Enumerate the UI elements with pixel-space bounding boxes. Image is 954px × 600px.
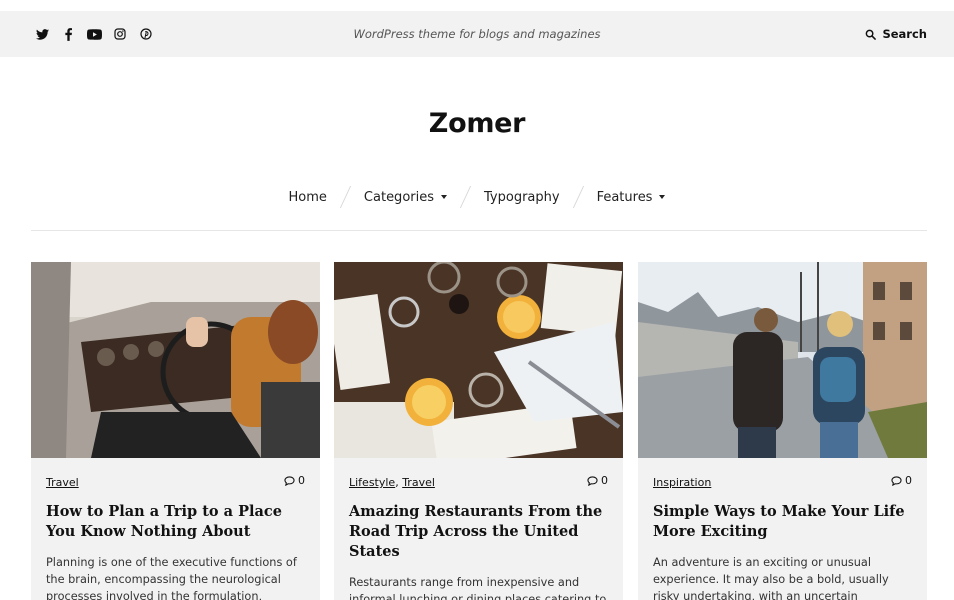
post-title[interactable]: How to Plan a Trip to a Place You Know N… [46, 502, 305, 542]
comment-count[interactable]: 0 [587, 474, 608, 487]
main-nav: Home Categories Typography Features [0, 184, 954, 210]
nav-item-label: Typography [484, 189, 560, 205]
post-excerpt: Restaurants range from inexpensive and i… [349, 576, 607, 600]
caret-down-icon [659, 195, 666, 199]
comment-count-value: 0 [905, 474, 912, 487]
category-link[interactable]: Travel [402, 476, 435, 489]
comment-count-value: 0 [298, 474, 305, 487]
post-excerpt: Planning is one of the executive functio… [46, 556, 297, 600]
post-card-body: Travel 0 How to Plan a Trip to a Place Y… [46, 474, 305, 600]
nav-item-label: Features [596, 189, 653, 205]
nav-separator [459, 186, 472, 208]
twitter-icon[interactable] [34, 26, 50, 42]
social-links [34, 11, 154, 57]
facebook-icon[interactable] [60, 26, 76, 42]
search-icon [866, 29, 877, 40]
nav-separator [572, 186, 584, 208]
comment-icon [891, 475, 902, 486]
post-card: Travel 0 How to Plan a Trip to a Place Y… [31, 262, 320, 600]
comment-count[interactable]: 0 [284, 474, 305, 487]
category-link[interactable]: Inspiration [653, 476, 711, 489]
comment-count[interactable]: 0 [891, 474, 912, 487]
nav-item-label: Categories [363, 189, 434, 205]
caret-down-icon [441, 195, 447, 199]
nav-item-typography[interactable]: Typography [484, 190, 560, 205]
youtube-icon[interactable] [86, 26, 102, 42]
post-card: Lifestyle, Travel 0 Amazing Restaurants … [334, 262, 623, 600]
post-categories: Travel [46, 476, 305, 489]
post-card-body: Inspiration 0 Simple Ways to Make Your L… [653, 474, 912, 600]
post-categories: Inspiration [653, 476, 912, 489]
nav-item-home[interactable]: Home [289, 190, 327, 205]
post-thumbnail[interactable] [334, 262, 623, 458]
nav-item-features[interactable]: Features [597, 190, 666, 205]
post-categories: Lifestyle, Travel [349, 476, 608, 489]
pinterest-icon[interactable] [138, 26, 154, 42]
post-card-body: Lifestyle, Travel 0 Amazing Restaurants … [349, 474, 608, 600]
comment-icon [284, 475, 295, 486]
category-link[interactable]: Travel [46, 476, 79, 489]
post-thumbnail[interactable] [31, 262, 320, 458]
category-link[interactable]: Lifestyle [349, 476, 395, 489]
header-divider [31, 230, 927, 231]
nav-item-label: Home [288, 189, 327, 205]
post-thumbnail[interactable] [638, 262, 927, 458]
post-excerpt: An adventure is an exciting or unusual e… [653, 556, 889, 600]
comment-icon [587, 475, 598, 486]
post-title[interactable]: Amazing Restaurants From the Road Trip A… [349, 502, 608, 562]
post-title[interactable]: Simple Ways to Make Your Life More Excit… [653, 502, 912, 542]
nav-item-categories[interactable]: Categories [364, 190, 447, 205]
search-button[interactable]: Search [865, 11, 927, 57]
comment-count-value: 0 [601, 474, 608, 487]
top-bar: WordPress theme for blogs and magazines … [0, 11, 954, 57]
instagram-icon[interactable] [112, 26, 128, 42]
search-label: Search [882, 27, 927, 41]
nav-separator [339, 186, 352, 208]
site-logo[interactable]: Zomer [0, 108, 954, 139]
post-card: Inspiration 0 Simple Ways to Make Your L… [638, 262, 927, 600]
